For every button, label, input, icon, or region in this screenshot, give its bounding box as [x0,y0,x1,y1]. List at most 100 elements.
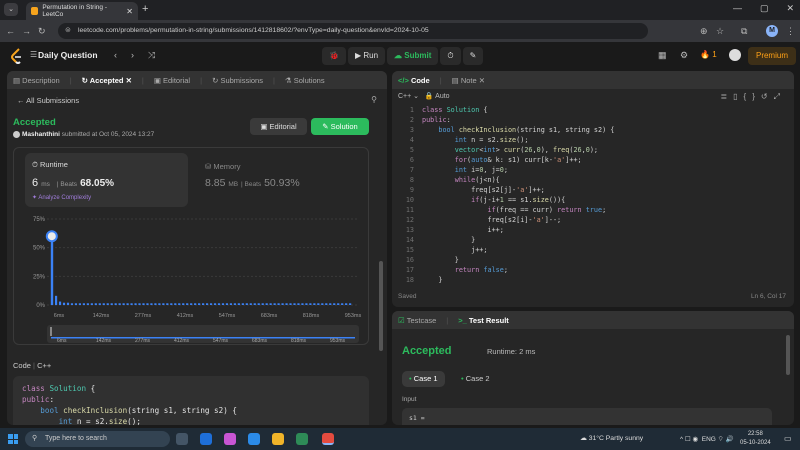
edge-icon[interactable] [248,433,260,445]
store-icon[interactable] [296,433,308,445]
chart-bar[interactable] [174,303,177,305]
chart-bar[interactable] [106,303,109,305]
chart-bar[interactable] [142,303,145,305]
range-handle[interactable] [50,327,52,336]
close-tab-icon[interactable]: ✕ [126,7,133,16]
tab-submissions[interactable]: ↻ Submissions [212,76,263,85]
chart-bar[interactable] [62,302,66,305]
taskbar-search[interactable]: ⚲ Type here to search [25,431,170,447]
language-selector[interactable]: C++ ⌄ 🔒 Auto [398,92,450,100]
chart-bar[interactable] [202,303,205,305]
chart-bar[interactable] [237,303,240,305]
task-view-icon[interactable] [176,433,188,445]
file-explorer-icon[interactable] [272,433,284,445]
chart-bar[interactable] [345,303,348,305]
chart-bar[interactable] [289,303,292,305]
chart-bar[interactable] [233,303,236,305]
chart-bar[interactable] [98,303,101,305]
chart-bar[interactable] [146,303,149,305]
solution-button[interactable]: ✎ Solution [311,118,369,135]
debug-button[interactable]: 🐞 [322,47,346,65]
chart-bar[interactable] [281,303,284,305]
bluetooth-icon[interactable] [200,433,212,445]
chart-bar[interactable] [285,303,288,305]
chart-bar[interactable] [225,303,229,305]
chart-bar[interactable] [110,303,113,305]
chart-bar[interactable] [150,303,153,305]
left-scrollbar[interactable] [379,261,383,351]
taskbar-clock[interactable]: 22:58 05-10-2024 [740,430,771,448]
runtime-card[interactable]: ⏱ Runtime 6 ms | Beats 68.05% ✦ Analyze … [25,153,188,207]
chart-bar[interactable] [321,303,324,305]
chart-bar[interactable] [341,303,344,305]
result-scrollbar[interactable] [786,335,790,375]
chart-bar[interactable] [325,303,328,305]
profile-avatar[interactable]: M [766,25,778,37]
share-link-icon[interactable]: ⚲ [371,95,377,104]
chart-bar[interactable] [293,303,296,305]
chart-bar[interactable] [241,303,244,305]
chart-bar[interactable] [337,303,340,305]
your-submission-marker[interactable] [45,230,58,243]
site-info-icon[interactable]: ⊜ [65,23,71,39]
chart-bar[interactable] [217,303,221,305]
tab-code[interactable]: </> Code [398,76,430,85]
bookmark-star-icon[interactable]: ☆ [716,26,724,37]
analyze-complexity-link[interactable]: ✦ Analyze Complexity [32,194,91,201]
chrome-icon[interactable] [322,433,334,445]
case-1-tab[interactable]: • Case 1 [402,371,445,387]
chart-bar[interactable] [257,303,260,305]
streak-counter[interactable]: 🔥 1 [700,50,717,59]
chart-bar[interactable] [249,303,252,305]
timer-button[interactable]: ⏱ [440,47,461,65]
tab-note[interactable]: ▤ Note ✕ [452,76,485,85]
chart-bar[interactable] [54,295,58,305]
chart-bar[interactable] [349,303,352,305]
chart-bar[interactable] [114,303,117,305]
shuffle-icon[interactable]: ⤨ [148,50,155,61]
chart-bar[interactable] [78,303,82,305]
tab-accepted[interactable]: ↻ Accepted ✕ [82,76,132,85]
chart-bar[interactable] [273,303,276,305]
chart-bar[interactable] [162,303,165,305]
chart-bar[interactable] [94,303,97,305]
chart-bar[interactable] [301,303,304,305]
range-selector[interactable] [47,325,359,343]
chart-bar[interactable] [178,303,181,305]
browser-tab[interactable]: Permutation in String - LeetCo ✕ [26,2,138,20]
settings-gear-icon[interactable]: ⚙ [680,50,688,61]
chart-bar[interactable] [186,303,189,305]
chart-bar[interactable] [126,303,129,305]
chart-bar[interactable] [82,303,85,305]
maximize-icon[interactable]: ▢ [760,3,769,14]
chart-bar[interactable] [329,303,332,305]
editorial-button[interactable]: ▣ Editorial [250,118,307,135]
chart-bar[interactable] [209,303,213,305]
notes-button[interactable]: ✎ [462,47,484,65]
reload-icon[interactable]: ↻ [38,26,46,37]
chart-bar[interactable] [134,303,137,305]
memory-label[interactable]: ⛁ Memory [205,162,240,171]
chart-bar[interactable] [297,303,300,305]
new-tab-button[interactable]: + [142,3,148,15]
chart-bar[interactable] [66,302,70,305]
chart-bar[interactable] [309,303,312,305]
tab-menu-button[interactable]: ⌄ [4,3,18,16]
runtime-distribution-chart[interactable]: 75% 50% 25% 0% 6ms 142ms 277ms 412ms 547ms 683ms… [13,211,369,346]
chart-bar[interactable] [158,303,161,305]
chart-bar[interactable] [198,303,201,305]
windows-start-icon[interactable] [8,434,18,444]
chart-bar[interactable] [261,303,264,305]
chart-bar[interactable] [265,303,268,305]
zoom-icon[interactable]: ⊕ [700,26,708,37]
chart-bar[interactable] [182,303,185,305]
chart-bar[interactable] [313,303,316,305]
forward-icon[interactable]: → [22,26,31,36]
weather-widget[interactable]: ☁ 31°C Partly sunny [580,434,643,442]
editor-toolbar-icons[interactable]: ≣▯{}↺⤢ [720,92,786,102]
chart-bar[interactable] [130,303,133,305]
chart-bar[interactable] [245,303,248,305]
chart-bar[interactable] [90,303,93,305]
chart-bar[interactable] [154,303,157,305]
code-editor[interactable]: class Solution { public: bool checkInclu… [422,105,614,285]
